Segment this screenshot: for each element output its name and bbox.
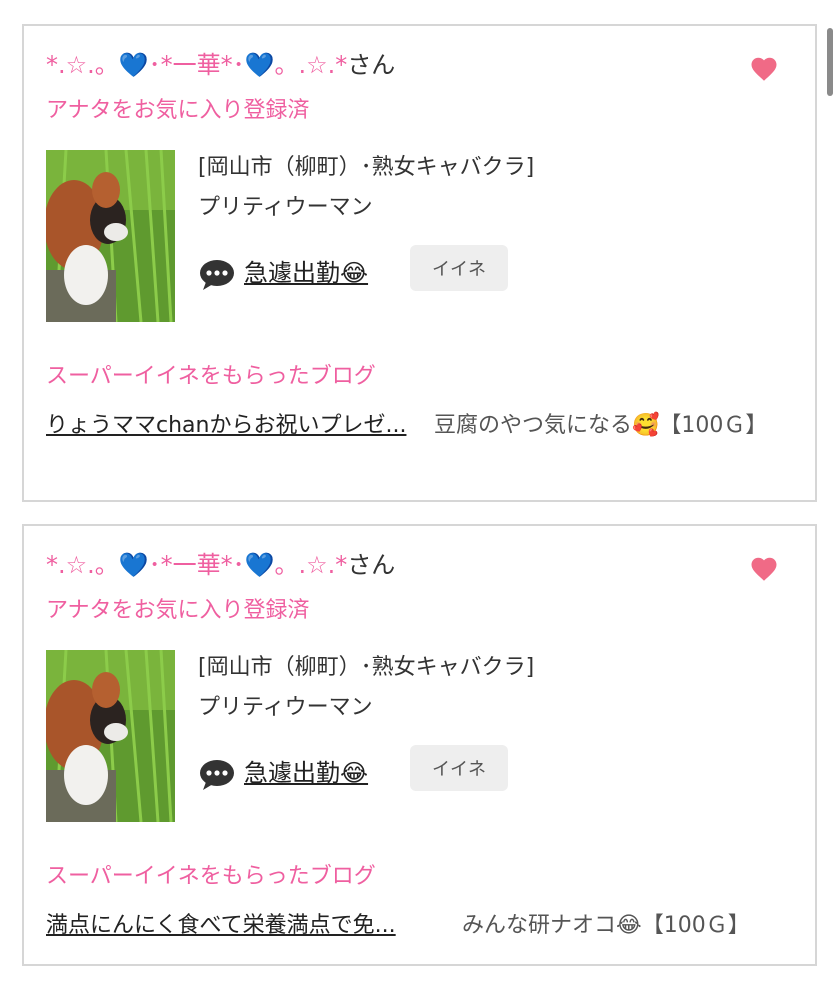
blog-author: みんな研ナオコ😂【100Ｇ】 xyxy=(462,913,750,938)
super-iine-label: スーパーイイネをもらったブログ xyxy=(46,364,376,389)
diary-link[interactable]: 急遽出勤😂 xyxy=(244,756,368,790)
super-iine-label: スーパーイイネをもらったブログ xyxy=(46,864,376,889)
chat-bubble-icon xyxy=(200,260,234,290)
blog-title-link[interactable]: 満点にんにく食べて栄養満点で免... xyxy=(46,910,396,942)
iine-button[interactable]: イイネ xyxy=(410,745,508,791)
cast-name[interactable]: *.☆.。💙･*一華*･💙。.☆.*さん xyxy=(46,550,395,580)
scrollbar[interactable] xyxy=(827,28,833,96)
blog-title-link[interactable]: りょうママchanからお祝いプレゼ... xyxy=(46,410,416,442)
favorite-card: *.☆.。💙･*一華*･💙。.☆.*さん アナタをお気に入り登録済 [岡山市（柳… xyxy=(22,524,817,966)
shop-area: [岡山市（柳町）･熟女キャバクラ] xyxy=(198,655,535,680)
favorite-status: アナタをお気に入り登録済 xyxy=(46,598,310,623)
shop-name[interactable]: プリティウーマン xyxy=(198,192,373,224)
heart-icon[interactable] xyxy=(749,554,779,584)
blog-author: 豆腐のやつ気になる🥰【100Ｇ】 xyxy=(434,413,768,438)
shop-name[interactable]: プリティウーマン xyxy=(198,692,373,724)
favorite-card: *.☆.。💙･*一華*･💙。.☆.*さん アナタをお気に入り登録済 [岡山市（柳… xyxy=(22,24,817,502)
favorite-status: アナタをお気に入り登録済 xyxy=(46,98,310,123)
cast-name[interactable]: *.☆.。💙･*一華*･💙。.☆.*さん xyxy=(46,50,395,80)
heart-icon[interactable] xyxy=(749,54,779,84)
shop-area: [岡山市（柳町）･熟女キャバクラ] xyxy=(198,155,535,180)
cast-photo[interactable] xyxy=(46,150,175,322)
cast-photo[interactable] xyxy=(46,650,175,822)
iine-button[interactable]: イイネ xyxy=(410,245,508,291)
chat-bubble-icon xyxy=(200,760,234,790)
diary-link[interactable]: 急遽出勤😂 xyxy=(244,256,368,290)
